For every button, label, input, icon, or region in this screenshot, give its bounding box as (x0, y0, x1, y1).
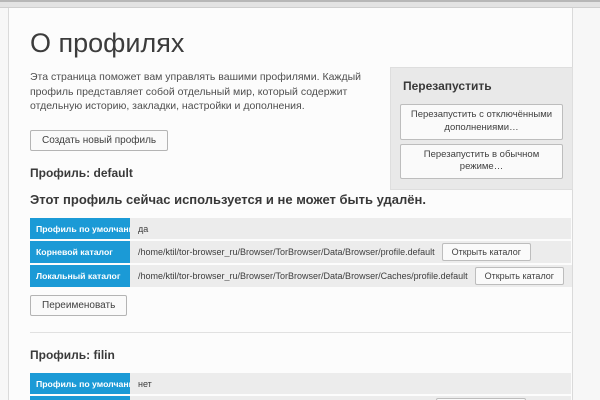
row-label-root-dir: Корневой каталог (30, 241, 130, 263)
profile-heading-filin: Профиль: filin (30, 348, 572, 362)
row-value-is-default: да (130, 218, 571, 239)
about-profiles-page: О профилях Эта страница поможет вам упра… (8, 8, 573, 400)
profile-table-default: Профиль по умолчанию да Корневой каталог… (30, 218, 571, 287)
local-dir-path: /home/ktil/tor-browser_ru/Browser/TorBro… (138, 271, 468, 281)
profile-table-filin: Профиль по умолчанию нет Корневой катало… (30, 373, 571, 400)
restart-normal-button[interactable]: Перезапустить в обычном режиме… (400, 144, 563, 180)
row-value-root-dir: /home/ktil/tor-browser_ru/Browser/TorBro… (130, 241, 571, 263)
row-value-local-dir: /home/ktil/tor-browser_ru/Browser/TorBro… (130, 265, 572, 287)
create-profile-button[interactable]: Создать новый профиль (30, 130, 168, 151)
row-value-is-default: нет (130, 373, 571, 394)
table-row: Профиль по умолчанию нет (30, 373, 571, 394)
row-label-default-profile: Профиль по умолчанию (30, 373, 130, 394)
page-description: Эта страница поможет вам управлять вашим… (30, 70, 386, 114)
table-row: Локальный каталог /home/ktil/tor-browser… (30, 265, 571, 287)
section-divider (30, 332, 571, 333)
row-label-local-dir: Локальный каталог (30, 265, 130, 287)
row-label-root-dir: Корневой каталог (30, 396, 130, 400)
open-local-dir-button[interactable]: Открыть каталог (475, 267, 564, 285)
table-row: Профиль по умолчанию да (30, 218, 571, 239)
profile-in-use-note: Этот профиль сейчас используется и не мо… (30, 192, 572, 207)
restart-heading: Перезапустить (403, 79, 563, 93)
table-row: Корневой каталог /home/ktil/tor-browser_… (30, 241, 571, 263)
rename-profile-button[interactable]: Переименовать (30, 295, 127, 316)
restart-panel: Перезапустить Перезапустить с отключённы… (390, 67, 573, 190)
row-label-default-profile: Профиль по умолчанию (30, 218, 130, 239)
root-dir-path: /home/ktil/tor-browser_ru/Browser/TorBro… (138, 247, 435, 257)
row-value-root-dir: /home/ktil/tor-browser_ru/Browser/TorBro… (130, 396, 571, 400)
page-title: О профилях (30, 28, 572, 59)
open-root-dir-button[interactable]: Открыть каталог (442, 243, 531, 261)
restart-addons-disabled-button[interactable]: Перезапустить с отключёнными дополнениям… (400, 104, 563, 140)
table-row: Корневой каталог /home/ktil/tor-browser_… (30, 396, 571, 400)
browser-chrome-edge (0, 0, 600, 8)
